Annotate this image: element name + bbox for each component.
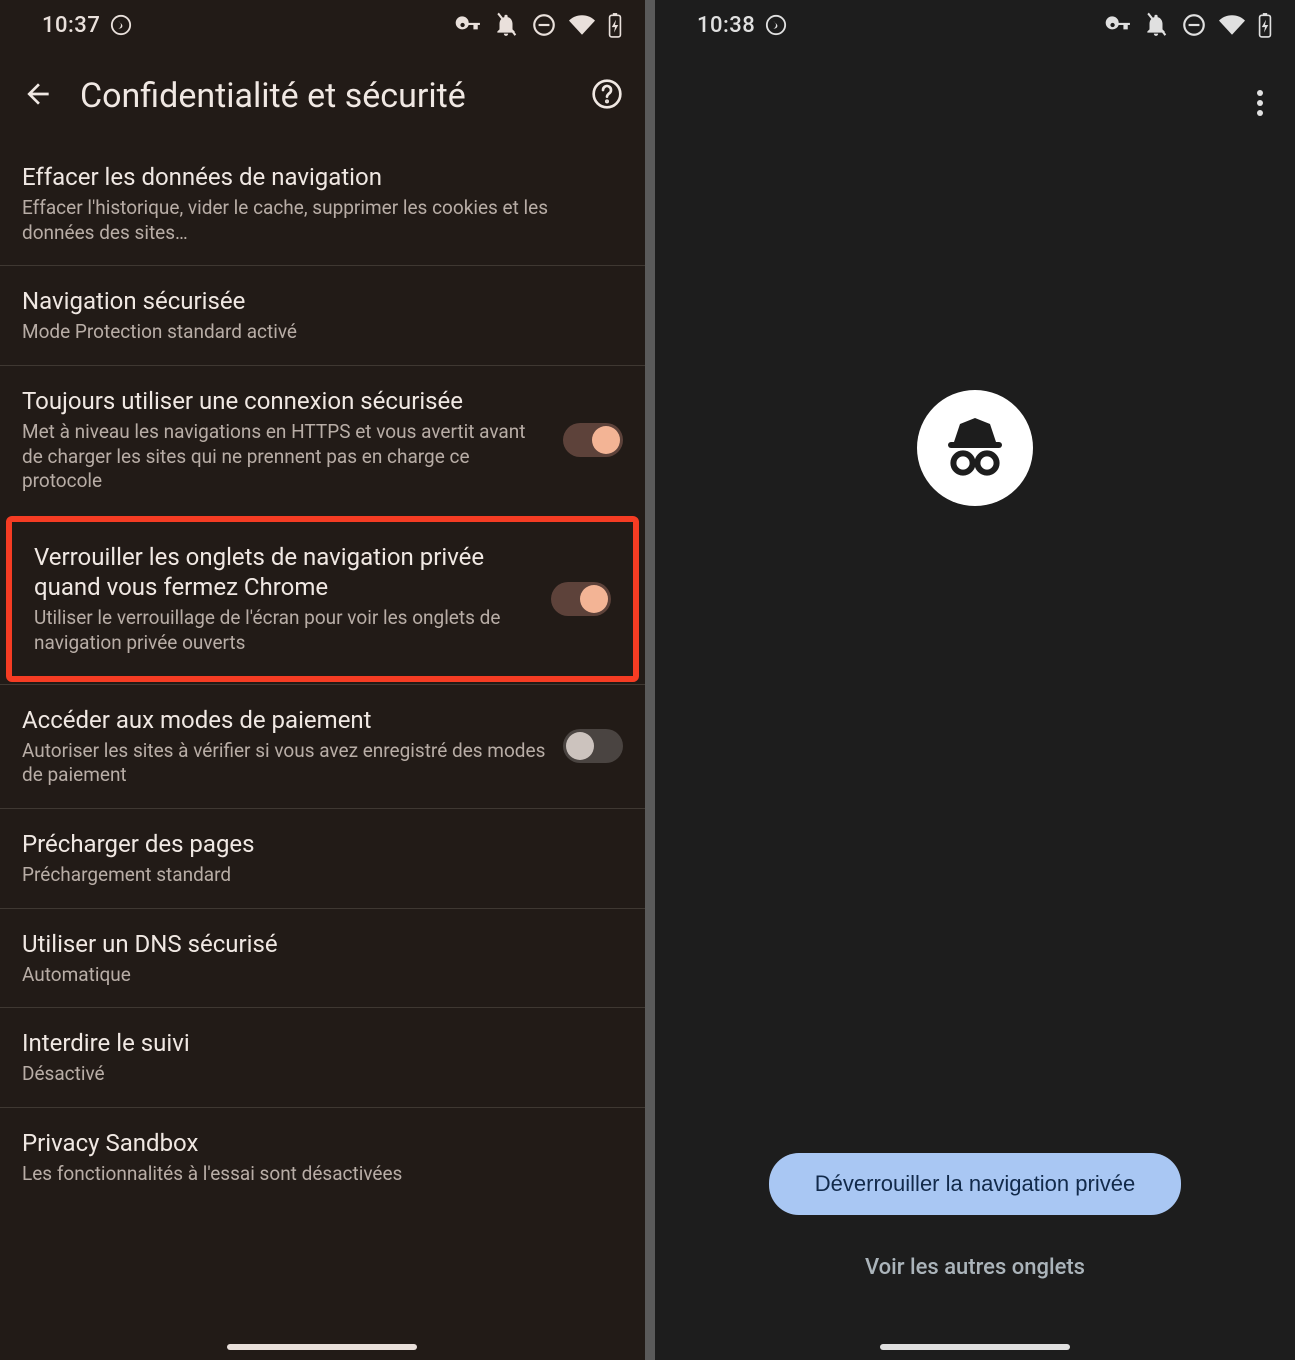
settings-item[interactable]: Interdire le suivi Désactivé — [0, 1007, 645, 1107]
item-title: Verrouiller les onglets de navigation pr… — [34, 542, 535, 602]
no-disturb-icon — [531, 12, 557, 38]
item-title: Interdire le suivi — [22, 1028, 623, 1058]
settings-item[interactable]: Toujours utiliser une connexion sécurisé… — [0, 365, 645, 514]
battery-icon — [607, 12, 623, 38]
highlighted-item: Verrouiller les onglets de navigation pr… — [6, 516, 639, 681]
item-title: Navigation sécurisée — [22, 286, 623, 316]
status-app-icon — [110, 14, 132, 36]
settings-item[interactable]: Précharger des pages Préchargement standa… — [0, 808, 645, 908]
app-bar: Confidentialité et sécurité — [0, 50, 645, 142]
wifi-icon — [1219, 12, 1245, 38]
item-title: Privacy Sandbox — [22, 1128, 623, 1158]
toggle-switch[interactable] — [563, 423, 623, 457]
settings-item[interactable]: Accéder aux modes de paiement Autoriser l… — [0, 684, 645, 808]
status-time: 10:38 — [697, 13, 755, 38]
unlock-button[interactable]: Déverrouiller la navigation privée — [769, 1153, 1181, 1215]
item-subtitle: Effacer l'historique, vider le cache, su… — [22, 196, 623, 245]
status-icons — [1105, 12, 1273, 38]
incognito-badge — [917, 390, 1033, 506]
status-app-icon — [765, 14, 787, 36]
vpn-key-icon — [455, 12, 481, 38]
vpn-key-icon — [1105, 12, 1131, 38]
more-vert-icon — [1257, 100, 1263, 106]
incognito-icon — [939, 412, 1011, 484]
dnd-icon — [493, 12, 519, 38]
help-button[interactable] — [591, 78, 623, 114]
item-title: Toujours utiliser une connexion sécurisé… — [22, 386, 547, 416]
item-subtitle: Utiliser le verrouillage de l'écran pour… — [34, 606, 535, 655]
settings-item[interactable]: Verrouiller les onglets de navigation pr… — [12, 522, 633, 675]
item-title: Utiliser un DNS sécurisé — [22, 929, 623, 959]
item-subtitle: Préchargement standard — [22, 863, 623, 888]
settings-item[interactable]: Utiliser un DNS sécurisé Automatique — [0, 908, 645, 1008]
settings-item[interactable]: Effacer les données de navigation Effacer… — [0, 142, 645, 265]
battery-icon — [1257, 12, 1273, 38]
item-subtitle: Mode Protection standard activé — [22, 320, 623, 345]
nav-gesture-bar[interactable] — [880, 1344, 1070, 1350]
item-subtitle: Autoriser les sites à vérifier si vous a… — [22, 739, 547, 788]
toggle-switch[interactable] — [551, 582, 611, 616]
incognito-lock-screen: 10:38 Déverrouiller la navigation privée… — [655, 0, 1295, 1360]
item-title: Précharger des pages — [22, 829, 623, 859]
settings-screen: 10:37 Confidentialité et sécurité Efface… — [0, 0, 645, 1360]
settings-item[interactable]: Navigation sécurisée Mode Protection stan… — [0, 265, 645, 365]
status-bar: 10:38 — [655, 0, 1295, 50]
page-title: Confidentialité et sécurité — [80, 76, 565, 116]
back-button[interactable] — [22, 78, 54, 114]
item-subtitle: Met à niveau les navigations en HTTPS et… — [22, 420, 547, 494]
overflow-menu-button[interactable] — [1247, 90, 1273, 116]
settings-list: Effacer les données de navigation Effacer… — [0, 142, 645, 1207]
wifi-icon — [569, 12, 595, 38]
no-disturb-icon — [1181, 12, 1207, 38]
settings-item[interactable]: Privacy Sandbox Les fonctionnalités à l'e… — [0, 1107, 645, 1207]
item-subtitle: Automatique — [22, 963, 623, 988]
dnd-icon — [1143, 12, 1169, 38]
see-other-tabs-link[interactable]: Voir les autres onglets — [865, 1255, 1085, 1280]
item-title: Accéder aux modes de paiement — [22, 705, 547, 735]
status-icons — [455, 12, 623, 38]
help-icon — [591, 78, 623, 110]
item-subtitle: Désactivé — [22, 1062, 623, 1087]
item-title: Effacer les données de navigation — [22, 162, 623, 192]
arrow-back-icon — [22, 78, 54, 110]
status-bar: 10:37 — [0, 0, 645, 50]
toggle-switch[interactable] — [563, 729, 623, 763]
incognito-content: Déverrouiller la navigation privée Voir … — [655, 130, 1295, 1360]
item-subtitle: Les fonctionnalités à l'essai sont désac… — [22, 1162, 623, 1187]
nav-gesture-bar[interactable] — [227, 1344, 417, 1350]
status-time: 10:37 — [42, 13, 100, 38]
